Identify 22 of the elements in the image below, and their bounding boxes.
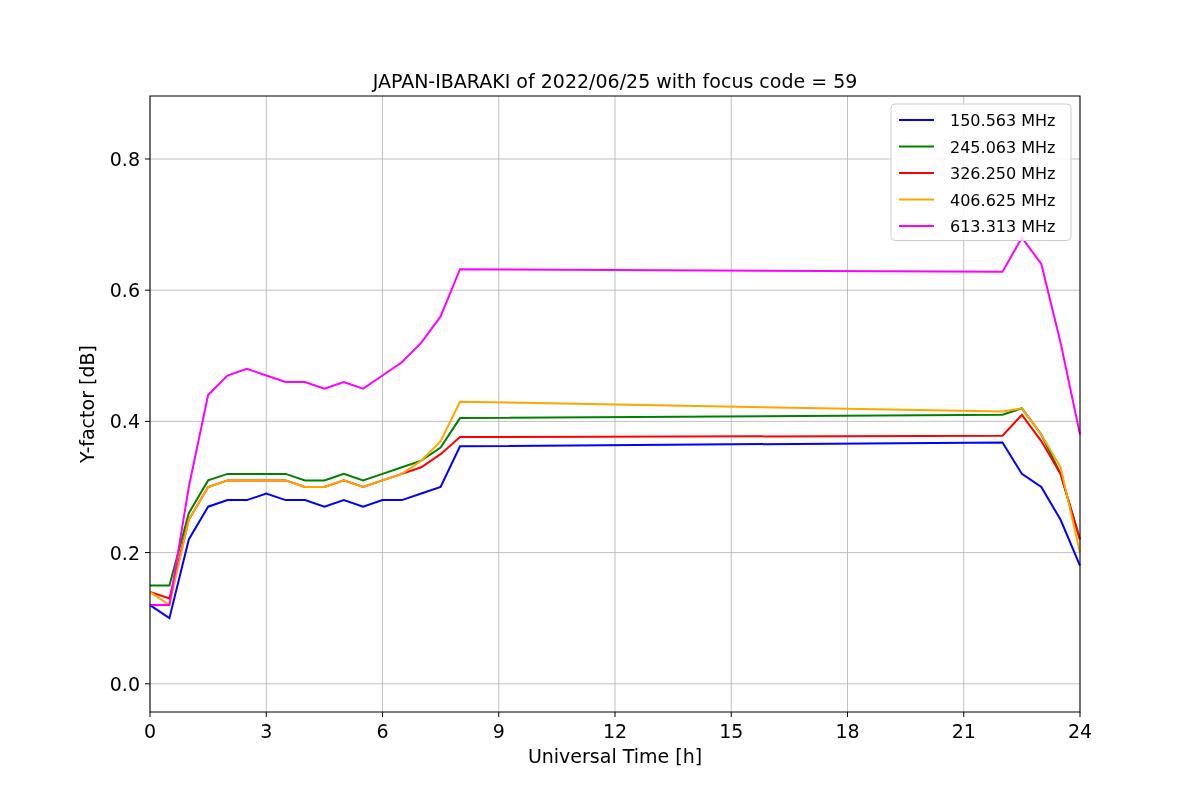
y-tick-label: 0.6 <box>109 279 140 302</box>
chart-title: JAPAN-IBARAKI of 2022/06/25 with focus code = 59 <box>372 70 858 92</box>
x-tick-label: 18 <box>835 720 860 742</box>
legend-label: 150.563 MHz <box>950 111 1056 130</box>
y-tick-label: 0.0 <box>109 672 140 695</box>
legend-label: 613.313 MHz <box>950 217 1056 236</box>
x-tick-label: 24 <box>1067 720 1093 742</box>
x-tick-label: 15 <box>719 720 744 742</box>
x-tick-label: 6 <box>376 720 389 742</box>
legend-label: 326.250 MHz <box>950 164 1056 183</box>
y-tick-label: 0.4 <box>109 410 140 433</box>
legend-label: 245.063 MHz <box>950 137 1056 157</box>
x-axis-label: Universal Time [h] <box>527 745 703 767</box>
y-tick-label: 0.2 <box>109 541 140 564</box>
x-tick-label: 3 <box>260 720 273 742</box>
y-axis-label: Y-factor [dB] <box>76 345 98 463</box>
x-tick-label: 0 <box>143 720 157 742</box>
legend-label: 406.625 MHz <box>950 190 1056 210</box>
x-tick-label: 21 <box>951 720 976 742</box>
x-tick-label: 12 <box>602 720 628 742</box>
x-tick-label: 9 <box>492 720 505 742</box>
y-tick-label: 0.8 <box>109 148 140 170</box>
